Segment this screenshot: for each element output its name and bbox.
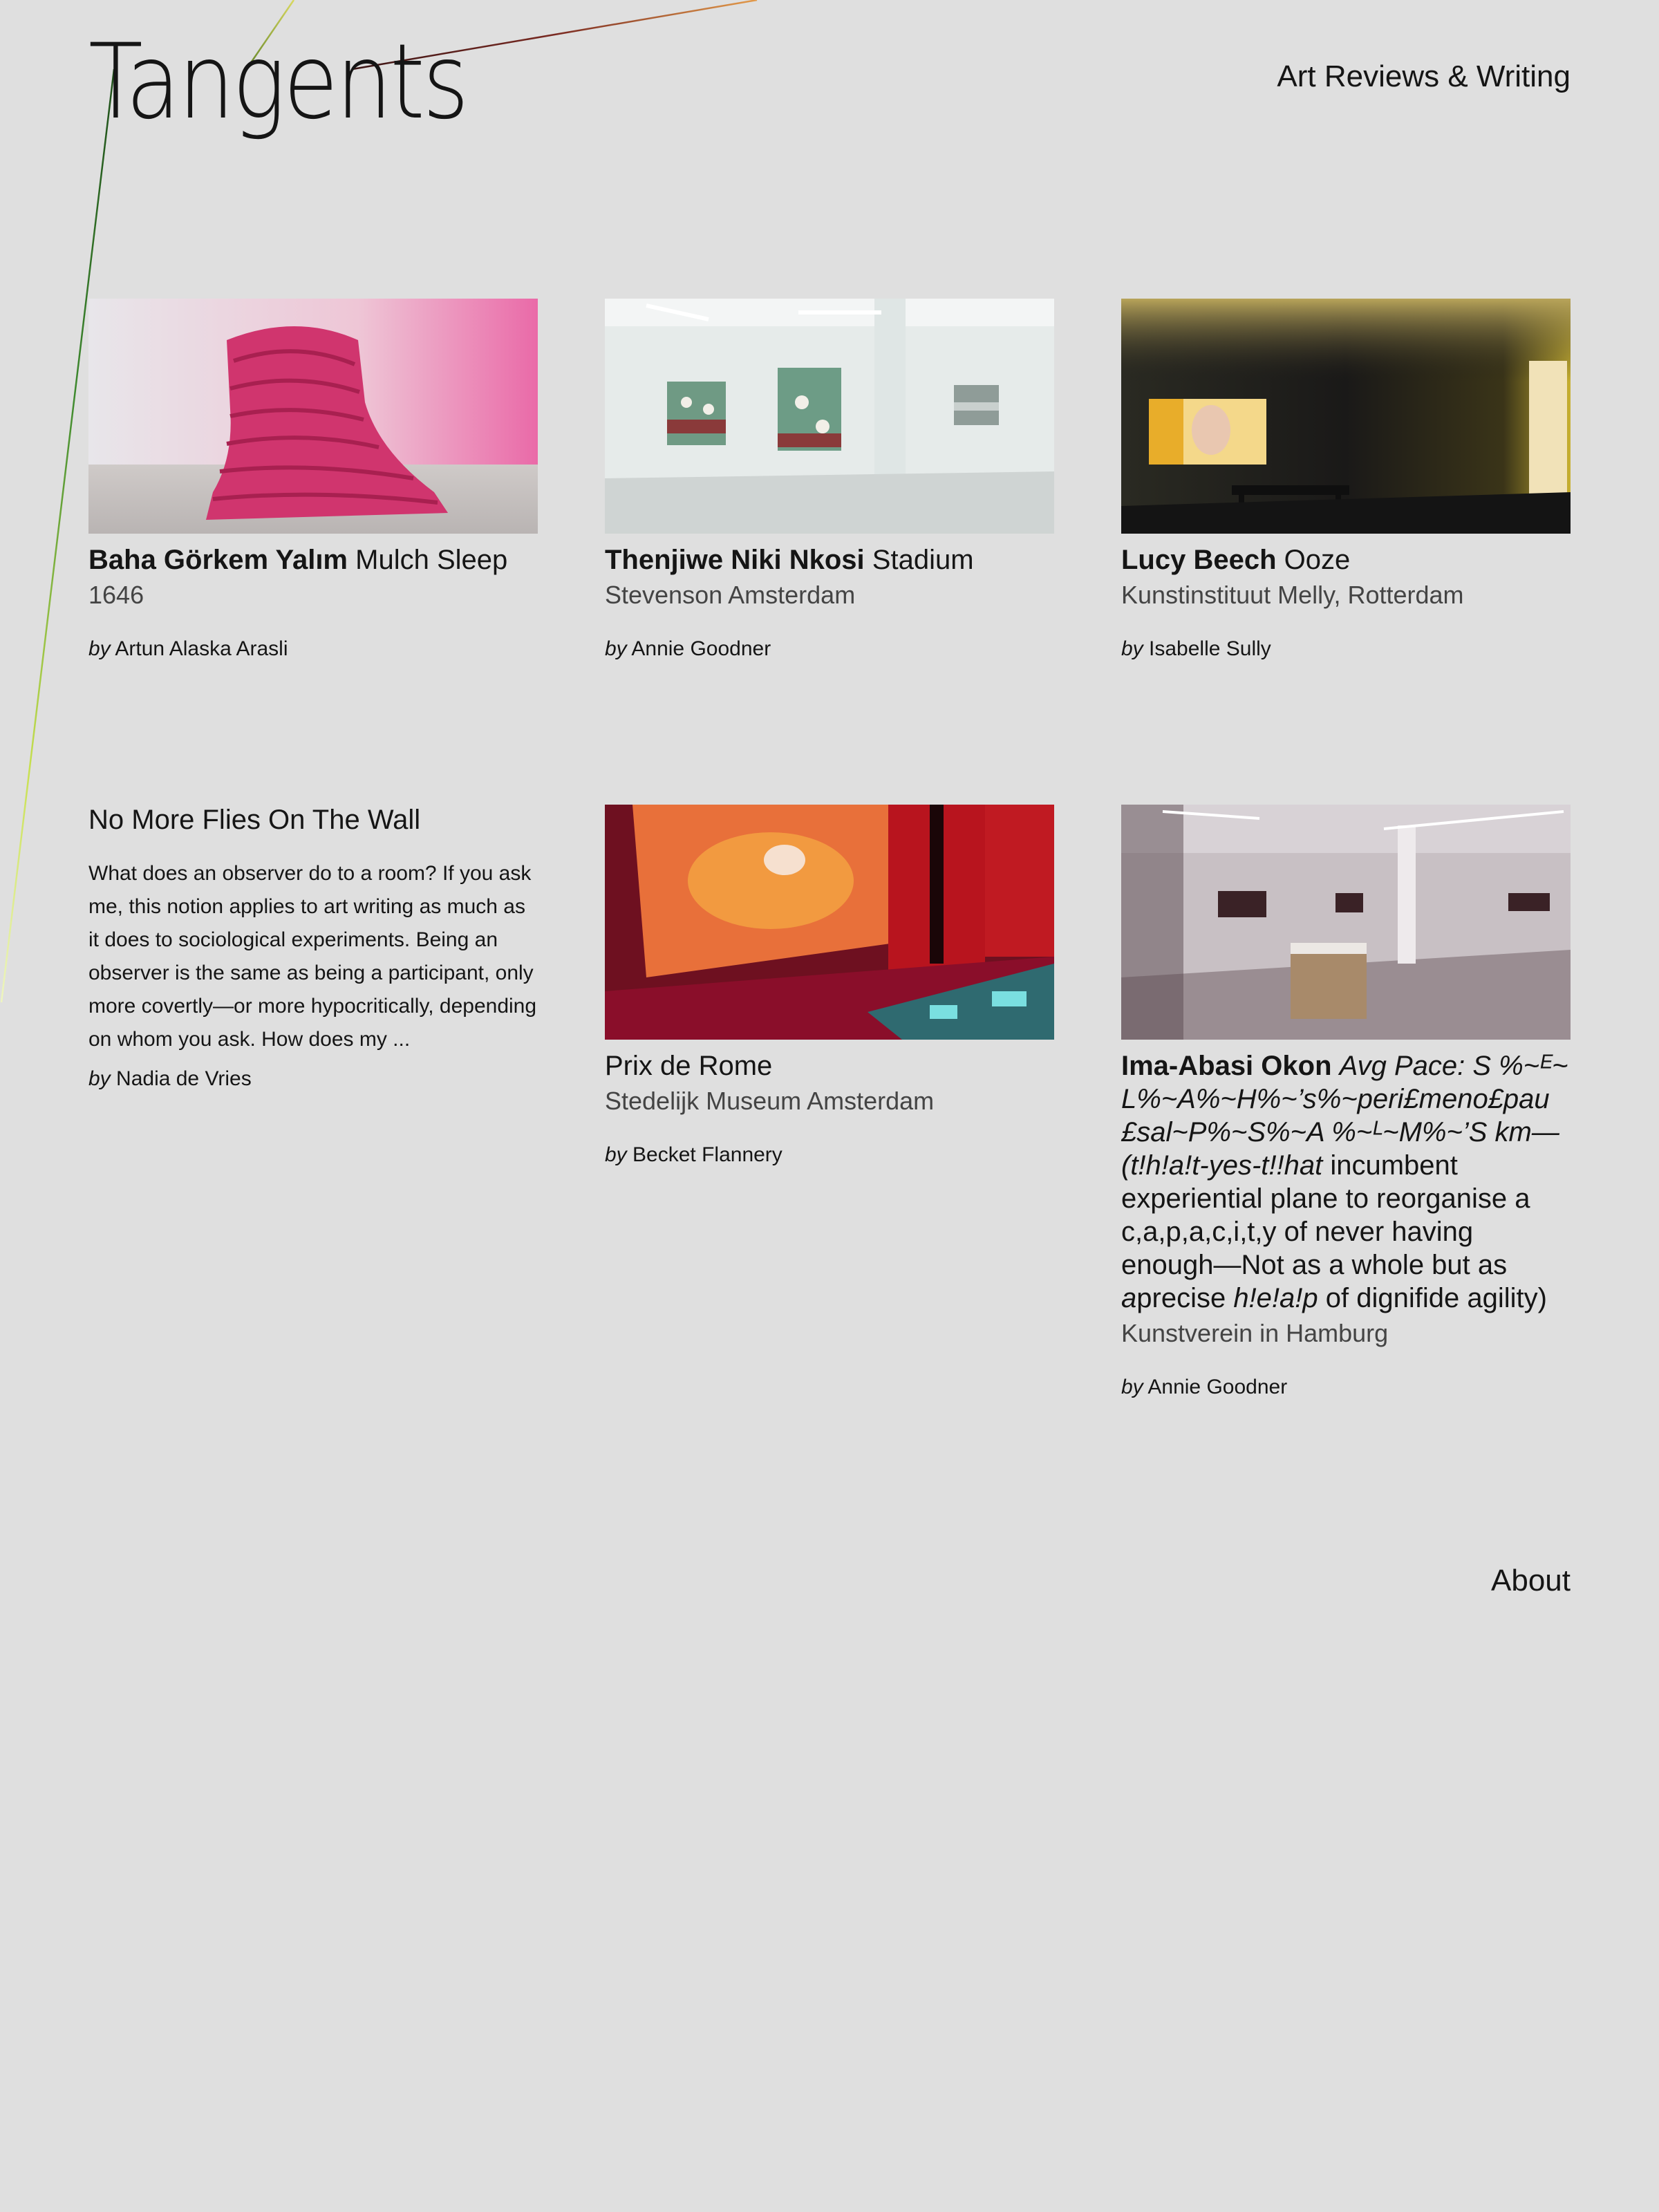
venue-name: Kunstverein in Hamburg bbox=[1121, 1319, 1389, 1347]
byline: by Nadia de Vries bbox=[88, 1066, 538, 1092]
essay-excerpt: What does an observer do to a room? If y… bbox=[88, 862, 537, 1051]
artist-name: Thenjiwe Niki Nkosi bbox=[605, 545, 865, 575]
review-title[interactable]: Baha Görkem Yalım Mulch Sleep bbox=[88, 543, 538, 577]
artist-name: Lucy Beech bbox=[1121, 545, 1277, 575]
byline: by Annie Goodner bbox=[605, 636, 1054, 662]
review-title[interactable]: Prix de Rome bbox=[605, 1049, 1054, 1082]
author-name: Becket Flannery bbox=[632, 1143, 782, 1166]
review-card: Prix de Rome Stedelijk Museum Amsterdam … bbox=[605, 805, 1054, 1168]
work-title-roman: of dignifide agility) bbox=[1318, 1283, 1547, 1313]
artist-name: Ima-Abasi Okon bbox=[1121, 1051, 1332, 1081]
artwork-image bbox=[1121, 805, 1571, 1040]
work-title: Mulch Sleep bbox=[355, 545, 508, 575]
review-thumbnail-mulch-sleep[interactable] bbox=[88, 299, 538, 534]
by-prefix: by bbox=[1121, 1376, 1143, 1398]
author-name: Annie Goodner bbox=[631, 637, 771, 660]
artwork-image bbox=[1121, 299, 1571, 534]
by-prefix: by bbox=[605, 637, 627, 660]
venue-name: Kunstinstituut Melly, Rotterdam bbox=[1121, 581, 1464, 609]
review-card: Thenjiwe Niki Nkosi Stadium Stevenson Am… bbox=[605, 299, 1054, 662]
review-card: Baha Görkem Yalım Mulch Sleep 1646 by Ar… bbox=[88, 299, 538, 662]
artwork-image bbox=[88, 299, 538, 534]
review-thumbnail-avg-pace[interactable] bbox=[1121, 805, 1571, 1040]
author-name: Artun Alaska Arasli bbox=[115, 637, 288, 660]
author-name: Annie Goodner bbox=[1147, 1376, 1288, 1398]
by-prefix: by bbox=[1121, 637, 1143, 660]
review-card: Ima-Abasi Okon Avg Pace: S %~ᴱ~ L%~A%~H%… bbox=[1121, 805, 1571, 1400]
work-title: Ooze bbox=[1284, 545, 1351, 575]
work-title: Prix de Rome bbox=[605, 1051, 773, 1081]
review-title[interactable]: Thenjiwe Niki Nkosi Stadium bbox=[605, 543, 1054, 577]
work-title-italic: h!e!a!p bbox=[1233, 1283, 1318, 1313]
review-card: Lucy Beech Ooze Kunstinstituut Melly, Ro… bbox=[1121, 299, 1571, 662]
review-title[interactable]: Lucy Beech Ooze bbox=[1121, 543, 1571, 577]
review-thumbnail-stadium[interactable] bbox=[605, 299, 1054, 534]
byline: by Isabelle Sully bbox=[1121, 636, 1571, 662]
work-title-italic: a bbox=[1121, 1283, 1137, 1313]
artwork-image bbox=[605, 299, 1054, 534]
author-name: Isabelle Sully bbox=[1149, 637, 1271, 660]
by-prefix: by bbox=[88, 1067, 111, 1090]
byline: by Artun Alaska Arasli bbox=[88, 636, 538, 662]
site-logo[interactable]: Tangents bbox=[88, 30, 469, 134]
author-name: Nadia de Vries bbox=[116, 1067, 252, 1090]
nav-art-reviews-writing[interactable]: Art Reviews & Writing bbox=[1277, 59, 1571, 94]
essay-title[interactable]: No More Flies On The Wall bbox=[88, 803, 538, 836]
work-title-roman: precise bbox=[1136, 1283, 1234, 1313]
by-prefix: by bbox=[88, 637, 111, 660]
by-prefix: by bbox=[605, 1143, 627, 1166]
artist-name: Baha Görkem Yalım bbox=[88, 545, 348, 575]
about-link[interactable]: About bbox=[1491, 1564, 1571, 1598]
review-thumbnail-prix-de-rome[interactable] bbox=[605, 805, 1054, 1040]
artwork-image bbox=[605, 805, 1054, 1040]
venue-name: Stedelijk Museum Amsterdam bbox=[605, 1087, 935, 1115]
review-title[interactable]: Ima-Abasi Okon Avg Pace: S %~ᴱ~ L%~A%~H%… bbox=[1121, 1049, 1571, 1315]
page: Tangents Art Reviews & Writing Baha Görk… bbox=[0, 0, 1659, 2212]
work-title: Stadium bbox=[872, 545, 974, 575]
venue-name: 1646 bbox=[88, 581, 144, 609]
byline: by Annie Goodner bbox=[1121, 1374, 1571, 1400]
essay-card: No More Flies On The Wall What does an o… bbox=[88, 803, 538, 1092]
byline: by Becket Flannery bbox=[605, 1142, 1054, 1168]
venue-name: Stevenson Amsterdam bbox=[605, 581, 856, 609]
review-thumbnail-ooze[interactable] bbox=[1121, 299, 1571, 534]
